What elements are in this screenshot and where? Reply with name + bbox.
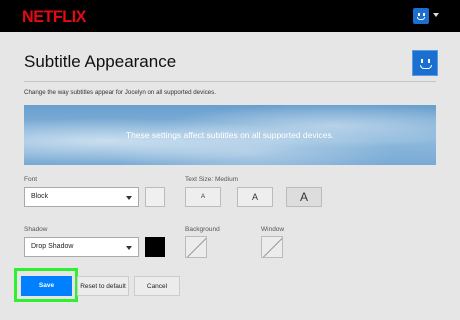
save-button[interactable]: Save <box>21 276 72 296</box>
netflix-logo[interactable]: NETFLIX <box>22 7 86 27</box>
cancel-button[interactable]: Cancel <box>134 276 180 296</box>
font-color-swatch[interactable] <box>145 187 165 207</box>
chevron-down-icon <box>126 196 132 200</box>
text-size-small-button[interactable]: A <box>185 187 221 207</box>
profile-avatar-icon[interactable] <box>413 8 429 24</box>
background-label: Background <box>185 226 220 233</box>
font-select[interactable]: Block <box>24 187 139 207</box>
text-size-label: Text Size: Medium <box>185 176 239 183</box>
chevron-down-icon <box>126 246 132 250</box>
font-label: Font <box>24 176 38 183</box>
page-description: Change the way subtitles appear for Joce… <box>24 89 216 96</box>
window-label: Window <box>261 226 285 233</box>
shadow-select[interactable]: Drop Shadow <box>24 237 139 257</box>
background-color-swatch[interactable] <box>185 236 207 258</box>
font-select-value: Block <box>31 193 49 200</box>
text-size-large-button[interactable]: A <box>286 187 322 207</box>
page-title: Subtitle Appearance <box>24 52 177 71</box>
shadow-color-swatch[interactable] <box>145 237 165 257</box>
top-nav-bar: NETFLIX <box>0 0 460 32</box>
window-color-swatch[interactable] <box>261 236 283 258</box>
subtitle-preview-text: These settings affect subtitles on all s… <box>125 130 335 140</box>
subtitle-preview: These settings affect subtitles on all s… <box>24 105 436 165</box>
shadow-select-value: Drop Shadow <box>31 243 74 250</box>
shadow-label: Shadow <box>24 226 48 233</box>
title-divider <box>24 81 436 82</box>
text-size-medium-button[interactable]: A <box>237 187 273 207</box>
profile-avatar-icon <box>412 50 438 76</box>
profile-menu-caret-icon[interactable] <box>433 13 439 17</box>
reset-to-default-button[interactable]: Reset to default <box>77 276 129 296</box>
